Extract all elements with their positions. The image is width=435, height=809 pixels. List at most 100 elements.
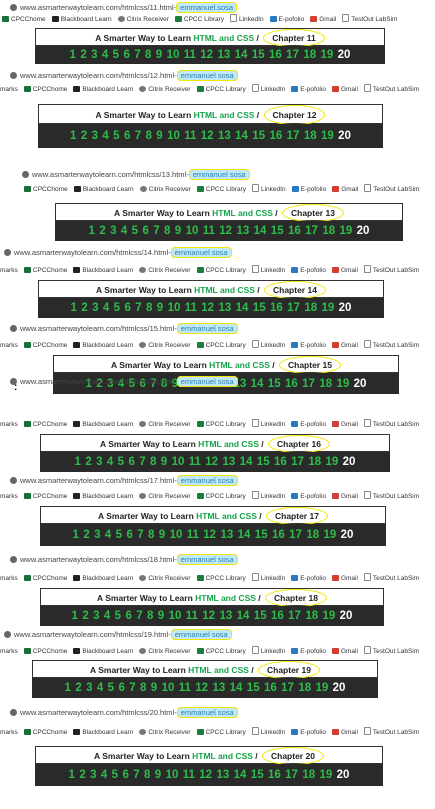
bookmark-item[interactable]: E-pofolio [291, 729, 326, 736]
chapter-link[interactable]: 8 [164, 225, 170, 237]
chapter-link[interactable]: 19 [321, 130, 334, 142]
chapter-link[interactable]: 12 [195, 682, 208, 694]
chapter-link[interactable]: 5 [115, 610, 121, 622]
chapter-link[interactable]: 14 [235, 49, 248, 61]
chapter-link[interactable]: 17 [287, 130, 300, 142]
bookmark-item[interactable]: E-pofolio [291, 342, 326, 349]
bookmark-item[interactable]: CPCChome [23, 267, 67, 274]
chapter-link[interactable]: 8 [140, 682, 146, 694]
chapter-link[interactable]: 10 [168, 302, 181, 314]
bookmark-item[interactable]: TestOut LabSim [363, 491, 419, 500]
bookmark-item[interactable]: Gmail [331, 86, 358, 93]
bookmark-item[interactable]: CPCChome [23, 648, 67, 655]
chapter-link[interactable]: 13 [218, 130, 231, 142]
chapter-link[interactable]: 11 [179, 682, 191, 694]
chapter-link[interactable]: 1 [72, 610, 78, 622]
bookmark-item[interactable]: E-pofolio [291, 86, 326, 93]
chapter-link[interactable]: 4 [121, 225, 127, 237]
chapter-link[interactable]: 5 [116, 529, 122, 541]
bookmark-item[interactable]: Gmail [331, 648, 358, 655]
bookmark-item[interactable]: Blackboard Learn [73, 267, 133, 274]
chapter-link[interactable]: 1 [65, 682, 71, 694]
chapter-link[interactable]: 11 [189, 456, 201, 468]
chapter-link[interactable]: 6 [142, 225, 148, 237]
chapter-link[interactable]: 10 [167, 130, 180, 142]
chapter-link[interactable]: 17 [302, 378, 315, 390]
chapter-link[interactable]: 15 [252, 130, 265, 142]
chapter-link[interactable]: 16 [270, 302, 283, 314]
chapter-link[interactable]: 8 [148, 529, 154, 541]
chapter-link[interactable]: 7 [139, 456, 145, 468]
chapter-link[interactable]: 15 [252, 49, 265, 61]
chapter-link[interactable]: 17 [305, 225, 318, 237]
chapter-link[interactable]: 17 [291, 456, 304, 468]
bookmark-item[interactable]: Citrix Receiver [139, 648, 191, 655]
chapter-link[interactable]: 2 [85, 456, 91, 468]
chapter-link[interactable]: 11 [185, 302, 197, 314]
chapter-link[interactable]: 16 [288, 225, 301, 237]
chapter-link[interactable]: 1 [70, 130, 76, 142]
chapter-link[interactable]: 5 [118, 456, 124, 468]
chapter-link[interactable]: 16 [272, 529, 285, 541]
chapter-link[interactable]: 6 [124, 130, 130, 142]
chapter-link[interactable]: 15 [254, 610, 267, 622]
site-info-icon[interactable] [4, 631, 11, 638]
bookmark-item[interactable]: LinkedIn [251, 491, 285, 500]
chapter-link[interactable]: 3 [86, 682, 92, 694]
chapter-link[interactable]: 18 [322, 225, 335, 237]
bookmark-item[interactable]: CPCC Library [196, 342, 246, 349]
chapter-link-current[interactable]: 20 [343, 456, 356, 468]
chapter-link[interactable]: 1 [89, 225, 95, 237]
bookmark-item[interactable]: CPCC Library [196, 186, 246, 193]
bookmark-item[interactable]: Citrix Receiver [139, 267, 191, 274]
bookmark-item[interactable]: Citrix Receiver [139, 421, 191, 428]
site-info-icon[interactable] [22, 171, 29, 178]
chapter-link[interactable]: 18 [302, 769, 315, 781]
bookmark-item[interactable]: TestOut LabSim [363, 265, 419, 274]
bookmark-item[interactable]: CPCChome [23, 421, 67, 428]
bookmark-item[interactable]: Gmail [331, 575, 358, 582]
chapter-link[interactable]: 9 [159, 529, 165, 541]
chapter-link[interactable]: 19 [323, 529, 336, 541]
bookmark-item[interactable]: E-pofolio [291, 575, 326, 582]
bookmark-item[interactable]: Blackboard Learn [73, 86, 133, 93]
chapter-link[interactable]: 8 [150, 456, 156, 468]
chapter-link[interactable]: 9 [161, 456, 167, 468]
chapter-link[interactable]: 3 [90, 769, 96, 781]
bookmark-item[interactable]: LinkedIn [251, 727, 285, 736]
bookmark-item[interactable]: CPCChome [23, 86, 67, 93]
chapter-link[interactable]: 10 [186, 225, 199, 237]
chapter-link[interactable]: 16 [268, 769, 281, 781]
chapter-link[interactable]: 3 [110, 225, 116, 237]
chapter-link[interactable]: 19 [319, 769, 332, 781]
chapter-link[interactable]: 6 [128, 456, 134, 468]
bookmark-item[interactable]: CPCC Library [196, 267, 246, 274]
bookmark-item[interactable]: E-pofolio [291, 421, 326, 428]
bookmark-item[interactable]: LinkedIn [251, 340, 285, 349]
chapter-link[interactable]: 7 [153, 225, 159, 237]
bookmark-item[interactable]: LinkedIn [230, 14, 264, 23]
address-bar[interactable]: www.asmarterwaytolearn.com/htmlcss/12.ht… [10, 69, 238, 82]
chapter-link[interactable]: 4 [97, 682, 103, 694]
chapter-link[interactable]: 8 [144, 769, 150, 781]
chapter-link[interactable]: 7 [136, 610, 142, 622]
chapter-link-current[interactable]: 20 [338, 130, 351, 142]
chapter-link[interactable]: 13 [220, 529, 233, 541]
chapter-link[interactable]: 5 [113, 130, 119, 142]
chapter-link[interactable]: 2 [81, 302, 87, 314]
chapter-link[interactable]: 10 [167, 49, 180, 61]
chapter-link[interactable]: 18 [319, 378, 332, 390]
chapter-link[interactable]: 19 [315, 682, 328, 694]
chapter-link-current[interactable]: 20 [340, 610, 353, 622]
bookmark-item[interactable]: CPCC Library [196, 729, 246, 736]
chapter-link[interactable]: 5 [112, 769, 118, 781]
address-bar[interactable]: www.asmarterwaytolearn.com/htmlcss/14.ht… [4, 246, 232, 259]
chapter-link[interactable]: 15 [255, 529, 268, 541]
chapter-link-current[interactable]: 20 [339, 302, 352, 314]
chapter-link[interactable]: 11 [187, 529, 199, 541]
chapter-link[interactable]: 17 [288, 610, 301, 622]
bookmark-item[interactable]: CPCChome [23, 575, 67, 582]
chapter-link[interactable]: 10 [172, 456, 185, 468]
chapter-link[interactable]: 19 [325, 456, 338, 468]
bookmark-item[interactable]: CPCC Library [196, 421, 246, 428]
